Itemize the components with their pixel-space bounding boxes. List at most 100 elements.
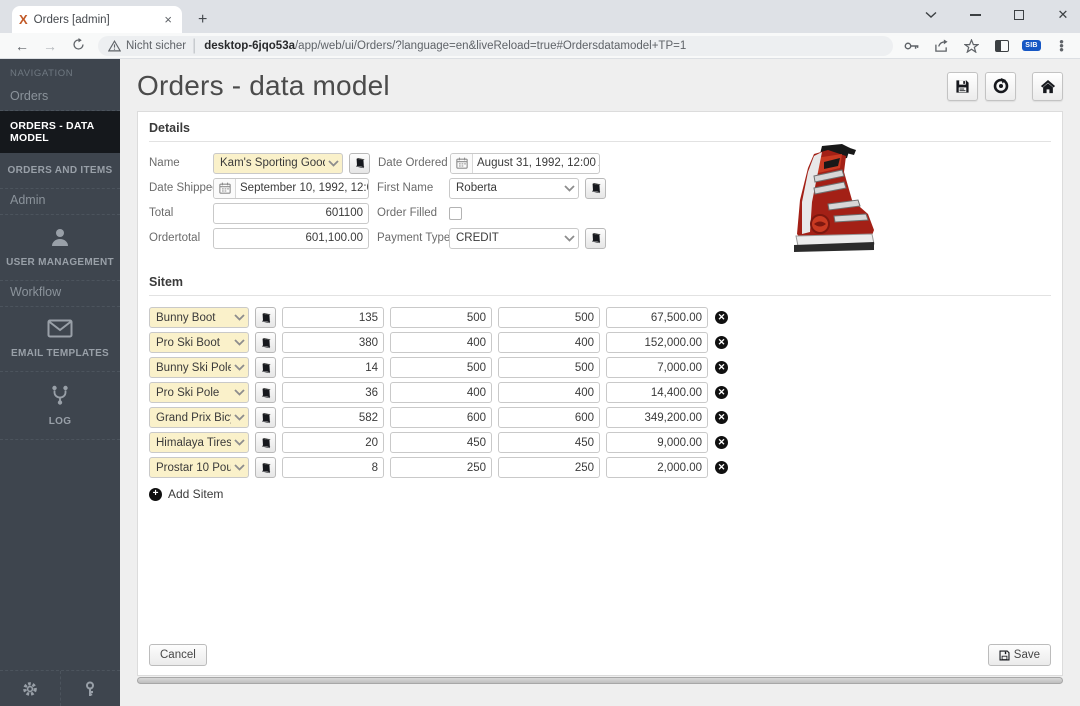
browser-toolbar: ← → Nicht sicher | desktop-6jqo53a /app/… [0, 33, 1080, 59]
security-key-button[interactable] [60, 671, 121, 706]
sitem-price-input[interactable] [390, 307, 492, 328]
delete-icon[interactable]: ✕ [715, 461, 728, 474]
first-name-lookup-button[interactable] [585, 178, 606, 199]
sitem-lookup-button[interactable] [255, 307, 276, 328]
back-icon[interactable]: ← [11, 38, 33, 54]
extension-badge[interactable]: SIB [1023, 37, 1040, 54]
sitem-lookup-button[interactable] [255, 332, 276, 353]
chevron-down-icon [234, 314, 245, 321]
sitem-lookup-button[interactable] [255, 432, 276, 453]
key-icon[interactable] [903, 37, 920, 54]
sitem-price2-input[interactable] [498, 307, 600, 328]
date-shipped-input[interactable]: September 10, 1992, 12:0 [213, 178, 369, 199]
browser-tab[interactable]: X Orders [admin] × [12, 6, 182, 33]
new-tab-button[interactable]: + [192, 11, 213, 29]
sidebar-item-log[interactable]: LOG [0, 372, 120, 440]
sitem-product-select[interactable]: Pro Ski Boot [149, 332, 249, 353]
sitem-qty-input[interactable] [282, 407, 384, 428]
delete-icon[interactable]: ✕ [715, 336, 728, 349]
sitem-product-select[interactable]: Pro Ski Pole [149, 382, 249, 403]
calendar-icon[interactable] [214, 179, 236, 198]
order-filled-checkbox[interactable] [449, 207, 462, 220]
settings-gear-button[interactable] [0, 671, 60, 706]
sitem-price2-input[interactable] [498, 432, 600, 453]
delete-icon[interactable]: ✕ [715, 311, 728, 324]
ordertotal-input[interactable] [213, 228, 369, 249]
sitem-price-input[interactable] [390, 332, 492, 353]
reload-icon[interactable] [67, 38, 89, 54]
sitem-qty-input[interactable] [282, 307, 384, 328]
user-icon [4, 227, 116, 250]
sitem-amount-input[interactable] [606, 407, 708, 428]
close-button[interactable]: ✕ [1054, 6, 1072, 24]
url-bar[interactable]: Nicht sicher | desktop-6jqo53a /app/web/… [98, 36, 893, 56]
calendar-icon[interactable] [451, 154, 473, 173]
sitem-lookup-button[interactable] [255, 382, 276, 403]
horizontal-scrollbar[interactable] [137, 677, 1063, 684]
minimize-button[interactable] [966, 6, 984, 24]
sitem-price2-input[interactable] [498, 382, 600, 403]
sitem-amount-input[interactable] [606, 432, 708, 453]
sitem-price2-input[interactable] [498, 457, 600, 478]
sitem-amount-input[interactable] [606, 457, 708, 478]
sitem-price2-input[interactable] [498, 357, 600, 378]
cancel-button[interactable]: Cancel [149, 644, 207, 666]
sitem-product-select[interactable]: Grand Prix Bicy [149, 407, 249, 428]
home-button[interactable] [1032, 72, 1063, 101]
section-divider [149, 141, 1051, 142]
panel-icon[interactable] [993, 37, 1010, 54]
delete-icon[interactable]: ✕ [715, 411, 728, 424]
payment-type-select[interactable]: CREDIT [449, 228, 579, 249]
tab-close-icon[interactable]: × [161, 12, 175, 27]
date-ordered-label: Date Ordered [378, 157, 450, 169]
date-ordered-input[interactable]: August 31, 1992, 12:00 AM [450, 153, 600, 174]
delete-icon[interactable]: ✕ [715, 436, 728, 449]
sitem-price-input[interactable] [390, 457, 492, 478]
sitem-lookup-button[interactable] [255, 457, 276, 478]
sitem-amount-input[interactable] [606, 382, 708, 403]
sitem-price-input[interactable] [390, 407, 492, 428]
menu-dots-icon[interactable]: ••• [1053, 37, 1070, 54]
sitem-product-select[interactable]: Himalaya Tires [149, 432, 249, 453]
sitem-price-input[interactable] [390, 357, 492, 378]
sitem-price-input[interactable] [390, 382, 492, 403]
forward-icon[interactable]: → [39, 38, 61, 54]
payment-type-lookup-button[interactable] [585, 228, 606, 249]
sitem-lookup-button[interactable] [255, 357, 276, 378]
sitem-product-select[interactable]: Prostar 10 Pour [149, 457, 249, 478]
add-sitem-button[interactable]: + Add Sitem [149, 487, 1051, 501]
sidebar-item-user-management[interactable]: USER MANAGEMENT [0, 215, 120, 281]
sitem-qty-input[interactable] [282, 332, 384, 353]
sitem-qty-input[interactable] [282, 357, 384, 378]
save-button[interactable]: Save [988, 644, 1051, 666]
sitem-lookup-button[interactable] [255, 407, 276, 428]
sitem-price2-input[interactable] [498, 407, 600, 428]
sitem-product-select[interactable]: Bunny Boot [149, 307, 249, 328]
maximize-button[interactable] [1010, 6, 1028, 24]
star-icon[interactable] [963, 37, 980, 54]
book-icon [590, 232, 602, 244]
name-select[interactable]: Kam's Sporting Good [213, 153, 343, 174]
name-lookup-button[interactable] [349, 153, 370, 174]
window-controls: ✕ [922, 0, 1072, 30]
history-button[interactable] [985, 72, 1016, 101]
sitem-amount-input[interactable] [606, 357, 708, 378]
sitem-qty-input[interactable] [282, 457, 384, 478]
sitem-amount-input[interactable] [606, 307, 708, 328]
sitem-product-select[interactable]: Bunny Ski Pole [149, 357, 249, 378]
sitem-amount-input[interactable] [606, 332, 708, 353]
sitem-qty-input[interactable] [282, 432, 384, 453]
save-record-button[interactable] [947, 72, 978, 101]
delete-icon[interactable]: ✕ [715, 386, 728, 399]
sidebar-item-orders-data-model[interactable]: ORDERS - DATA MODEL [0, 111, 120, 153]
total-input[interactable] [213, 203, 369, 224]
first-name-select[interactable]: Roberta [449, 178, 579, 199]
tab-search-chevron-icon[interactable] [922, 6, 940, 24]
sidebar-item-email-templates[interactable]: EMAIL TEMPLATES [0, 307, 120, 372]
delete-icon[interactable]: ✕ [715, 361, 728, 374]
sitem-price2-input[interactable] [498, 332, 600, 353]
share-icon[interactable] [933, 37, 950, 54]
sitem-price-input[interactable] [390, 432, 492, 453]
sitem-qty-input[interactable] [282, 382, 384, 403]
sidebar-item-orders-and-items[interactable]: ORDERS AND ITEMS [0, 153, 120, 189]
